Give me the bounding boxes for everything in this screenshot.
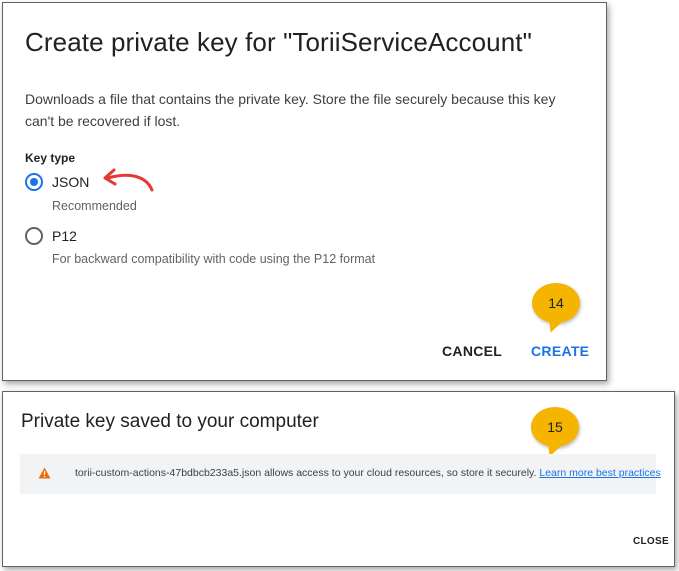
step-badge-14: 14 — [532, 283, 580, 323]
json-option-label[interactable]: JSON — [52, 174, 89, 190]
json-option-description: Recommended — [52, 199, 137, 213]
alert-text: torii-custom-actions-47bdbcb233a5.json a… — [75, 467, 537, 479]
learn-more-link[interactable]: Learn more best practices — [539, 467, 660, 479]
p12-option-description: For backward compatibility with code usi… — [52, 252, 376, 266]
key-saved-dialog: Private key saved to your computer 15 to… — [2, 391, 675, 567]
alert-message: torii-custom-actions-47bdbcb233a5.json a… — [75, 467, 661, 479]
dialog-title: Private key saved to your computer — [21, 411, 319, 432]
dialog-description: Downloads a file that contains the priva… — [25, 91, 556, 129]
warning-icon — [38, 467, 51, 479]
create-button[interactable]: CREATE — [531, 343, 589, 359]
key-type-label: Key type — [25, 151, 76, 165]
cancel-button[interactable]: CANCEL — [442, 343, 502, 359]
create-key-dialog: Create private key for "ToriiServiceAcco… — [2, 2, 607, 381]
close-button[interactable]: CLOSE — [633, 536, 669, 547]
radio-p12[interactable] — [25, 227, 43, 245]
step-badge-15: 15 — [531, 407, 579, 447]
radio-json[interactable] — [25, 173, 43, 191]
dialog-title: Create private key for "ToriiServiceAcco… — [25, 27, 532, 57]
security-alert: torii-custom-actions-47bdbcb233a5.json a… — [20, 454, 661, 494]
p12-option-label[interactable]: P12 — [52, 228, 77, 244]
annotation-arrow-icon — [103, 168, 154, 192]
